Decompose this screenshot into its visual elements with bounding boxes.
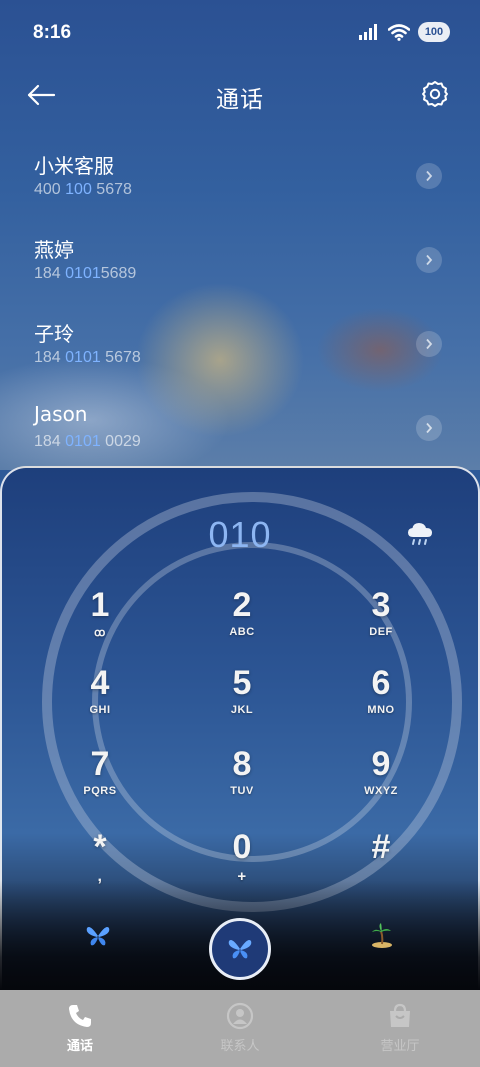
dialer-extra-button[interactable] xyxy=(368,922,396,950)
key-0[interactable]: 0 + xyxy=(187,828,297,898)
contact-detail-button[interactable] xyxy=(416,163,442,189)
key-6[interactable]: 6 MNO xyxy=(326,664,436,734)
status-bar: 8:16 100 xyxy=(0,0,480,68)
phone-icon xyxy=(69,1005,91,1027)
recent-call-item[interactable]: 小米客服 400 100 5678 xyxy=(0,130,480,214)
shopping-bag-icon xyxy=(390,1003,410,1027)
key-2[interactable]: 2 ABC xyxy=(187,586,297,656)
key-star[interactable]: * , xyxy=(45,828,155,898)
nav-tab-contacts[interactable]: 联系人 xyxy=(160,990,320,1067)
key-3[interactable]: 3 DEF xyxy=(326,586,436,656)
contact-name: Jason xyxy=(34,402,88,426)
voicemail-icon: ꝏ xyxy=(94,627,106,639)
recent-call-item[interactable]: 子玲 184 0101 5678 xyxy=(0,298,480,382)
dialer-collapse-button[interactable] xyxy=(84,922,112,950)
key-hash[interactable]: # xyxy=(326,828,436,898)
contact-number: 184 0101 5678 xyxy=(34,349,141,366)
battery-icon: 100 xyxy=(418,22,450,42)
key-8[interactable]: 8 TUV xyxy=(187,745,297,815)
butterfly-icon xyxy=(86,927,110,946)
nav-tab-service-hall[interactable]: 营业厅 xyxy=(320,990,480,1067)
contact-detail-button[interactable] xyxy=(416,247,442,273)
contact-person-icon xyxy=(226,1002,254,1030)
contact-number: 400 100 5678 xyxy=(34,181,132,198)
contact-detail-button[interactable] xyxy=(416,415,442,441)
contact-number: 184 01015689 xyxy=(34,265,137,282)
palm-island-icon xyxy=(372,923,392,948)
butterfly-icon xyxy=(228,940,252,959)
chevron-right-icon xyxy=(426,170,433,182)
nav-tab-calls[interactable]: 通话 xyxy=(0,990,160,1067)
wifi-icon xyxy=(388,23,410,41)
signal-icon xyxy=(359,24,377,40)
status-icons: 100 xyxy=(358,22,450,42)
call-button[interactable] xyxy=(209,918,271,980)
cloud-rain-icon xyxy=(408,523,432,545)
key-1[interactable]: 1 ꝏ xyxy=(45,586,155,656)
contact-number: 184 0101 0029 xyxy=(34,433,141,450)
bottom-navigation: 通话 联系人 营业厅 xyxy=(0,990,480,1067)
contact-detail-button[interactable] xyxy=(416,331,442,357)
chevron-right-icon xyxy=(426,338,433,350)
chevron-right-icon xyxy=(426,254,433,266)
key-5[interactable]: 5 JKL xyxy=(187,664,297,734)
weather-button[interactable] xyxy=(405,518,437,550)
contact-name: 子玲 xyxy=(34,322,74,346)
key-9[interactable]: 9 WXYZ xyxy=(326,745,436,815)
key-4[interactable]: 4 GHI xyxy=(45,664,155,734)
recent-call-item[interactable]: Jason 184 0101 0029 xyxy=(0,382,480,466)
settings-button[interactable] xyxy=(420,79,450,109)
chevron-right-icon xyxy=(426,422,433,434)
key-7[interactable]: 7 PQRS xyxy=(45,745,155,815)
gear-icon xyxy=(422,81,448,107)
status-time: 8:16 xyxy=(33,22,72,43)
recent-call-item[interactable]: 燕婷 184 01015689 xyxy=(0,214,480,298)
contact-name: 小米客服 xyxy=(34,154,114,178)
contact-name: 燕婷 xyxy=(34,238,74,262)
page-title: 通话 xyxy=(216,87,264,113)
